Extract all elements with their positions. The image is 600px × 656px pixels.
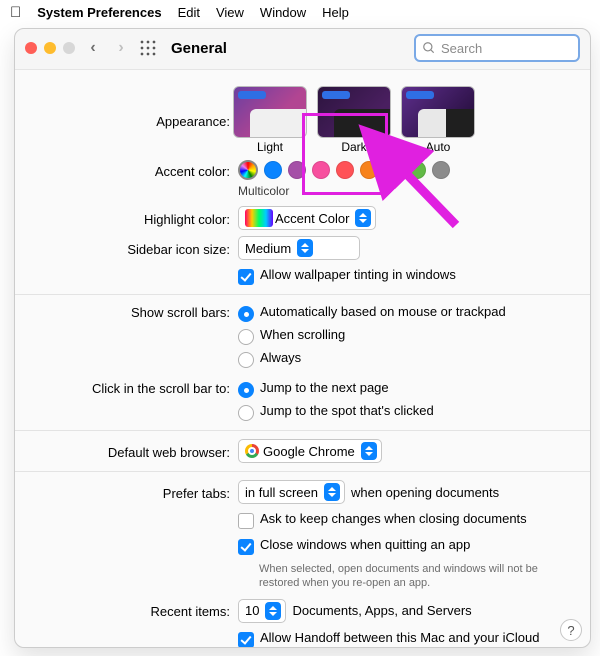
highlight-value: Accent Color (275, 211, 349, 226)
close-windows-checkbox[interactable] (238, 539, 254, 555)
scrollclick-spot-label: Jump to the spot that's clicked (260, 403, 434, 418)
appearance-light[interactable] (233, 86, 307, 138)
window-title: General (171, 40, 227, 57)
handoff-label: Allow Handoff between this Mac and your … (260, 630, 580, 647)
tabs-label: Prefer tabs: (25, 484, 238, 501)
zoom-button[interactable] (63, 42, 75, 54)
appearance-auto[interactable] (401, 86, 475, 138)
close-button[interactable] (25, 42, 37, 54)
select-arrows-icon (361, 442, 377, 460)
chrome-icon (245, 444, 259, 458)
accent-yellow[interactable] (384, 161, 402, 179)
sidebar-size-label: Sidebar icon size: (25, 240, 238, 257)
accent-purple[interactable] (288, 161, 306, 179)
titlebar: ‹ › General Search (15, 29, 590, 67)
accent-orange[interactable] (360, 161, 378, 179)
sidebar-size-value: Medium (245, 241, 291, 256)
accent-label: Accent color: (25, 162, 238, 179)
scrollclick-label: Click in the scroll bar to: (25, 379, 238, 396)
accent-green[interactable] (408, 161, 426, 179)
wallpaper-tint-checkbox[interactable] (238, 269, 254, 285)
recent-select[interactable]: 10 (238, 599, 286, 623)
recent-label: Recent items: (25, 602, 238, 619)
scrollbars-auto-label: Automatically based on mouse or trackpad (260, 304, 506, 319)
divider (15, 430, 590, 431)
scrollclick-spot-radio[interactable] (238, 405, 254, 421)
accent-pink[interactable] (312, 161, 330, 179)
close-windows-label: Close windows when quitting an app (260, 537, 470, 552)
handoff-checkbox[interactable] (238, 632, 254, 647)
browser-label: Default web browser: (25, 443, 238, 460)
scrollbars-scrolling-label: When scrolling (260, 327, 345, 342)
browser-value: Google Chrome (263, 444, 355, 459)
accent-graphite[interactable] (432, 161, 450, 179)
appearance-light-label: Light (257, 140, 283, 154)
scrollbars-auto-radio[interactable] (238, 306, 254, 322)
forward-button[interactable]: › (111, 39, 131, 57)
select-arrows-icon (265, 602, 281, 620)
appearance-auto-label: Auto (426, 140, 451, 154)
select-arrows-icon (324, 483, 340, 501)
tabs-select[interactable]: in full screen (238, 480, 345, 504)
menu-edit[interactable]: Edit (178, 5, 200, 20)
help-icon: ? (567, 623, 574, 638)
recent-value: 10 (245, 603, 259, 618)
recent-suffix: Documents, Apps, and Servers (292, 603, 471, 618)
wallpaper-tint-label: Allow wallpaper tinting in windows (260, 267, 456, 282)
traffic-lights (25, 42, 75, 54)
pane-body: Light Dark Auto Appearance: Accent color… (15, 69, 590, 647)
highlight-select[interactable]: Accent Color (238, 206, 376, 230)
minimize-button[interactable] (44, 42, 56, 54)
menubar:  System Preferences Edit View Window He… (0, 0, 600, 25)
scrollbars-always-radio[interactable] (238, 352, 254, 368)
select-arrows-icon (355, 209, 371, 227)
search-placeholder: Search (441, 41, 482, 56)
back-button[interactable]: ‹ (83, 39, 103, 57)
highlight-label: Highlight color: (25, 210, 238, 227)
scrollbars-scrolling-radio[interactable] (238, 329, 254, 345)
tabs-suffix: when opening documents (351, 485, 499, 500)
divider (15, 471, 590, 472)
menu-view[interactable]: View (216, 5, 244, 20)
highlight-swatch-icon (245, 209, 273, 227)
appearance-label: Appearance: (25, 112, 238, 129)
appearance-dark[interactable] (317, 86, 391, 138)
prefs-window: ‹ › General Search Light Dark Auto Ap (14, 28, 591, 648)
divider (15, 294, 590, 295)
search-icon (422, 41, 436, 55)
apple-menu-icon[interactable]:  (10, 5, 21, 20)
menu-window[interactable]: Window (260, 5, 306, 20)
accent-blue[interactable] (264, 161, 282, 179)
menu-help[interactable]: Help (322, 5, 349, 20)
ask-changes-checkbox[interactable] (238, 513, 254, 529)
scrollbars-label: Show scroll bars: (25, 303, 238, 320)
ask-changes-label: Ask to keep changes when closing documen… (260, 511, 527, 526)
search-field[interactable]: Search (414, 34, 580, 62)
accent-caption: Multicolor (238, 184, 580, 198)
help-button[interactable]: ? (560, 619, 582, 641)
accent-red[interactable] (336, 161, 354, 179)
sidebar-size-select[interactable]: Medium (238, 236, 360, 260)
tabs-value: in full screen (245, 485, 318, 500)
accent-multicolor[interactable] (238, 160, 258, 180)
scrollclick-nextpage-label: Jump to the next page (260, 380, 389, 395)
appearance-dark-label: Dark (341, 140, 366, 154)
select-arrows-icon (297, 239, 313, 257)
scrollclick-nextpage-radio[interactable] (238, 382, 254, 398)
close-windows-help: When selected, open documents and window… (259, 562, 579, 591)
app-menu[interactable]: System Preferences (37, 5, 161, 20)
scrollbars-always-label: Always (260, 350, 301, 365)
show-all-icon[interactable] (139, 39, 157, 57)
browser-select[interactable]: Google Chrome (238, 439, 382, 463)
